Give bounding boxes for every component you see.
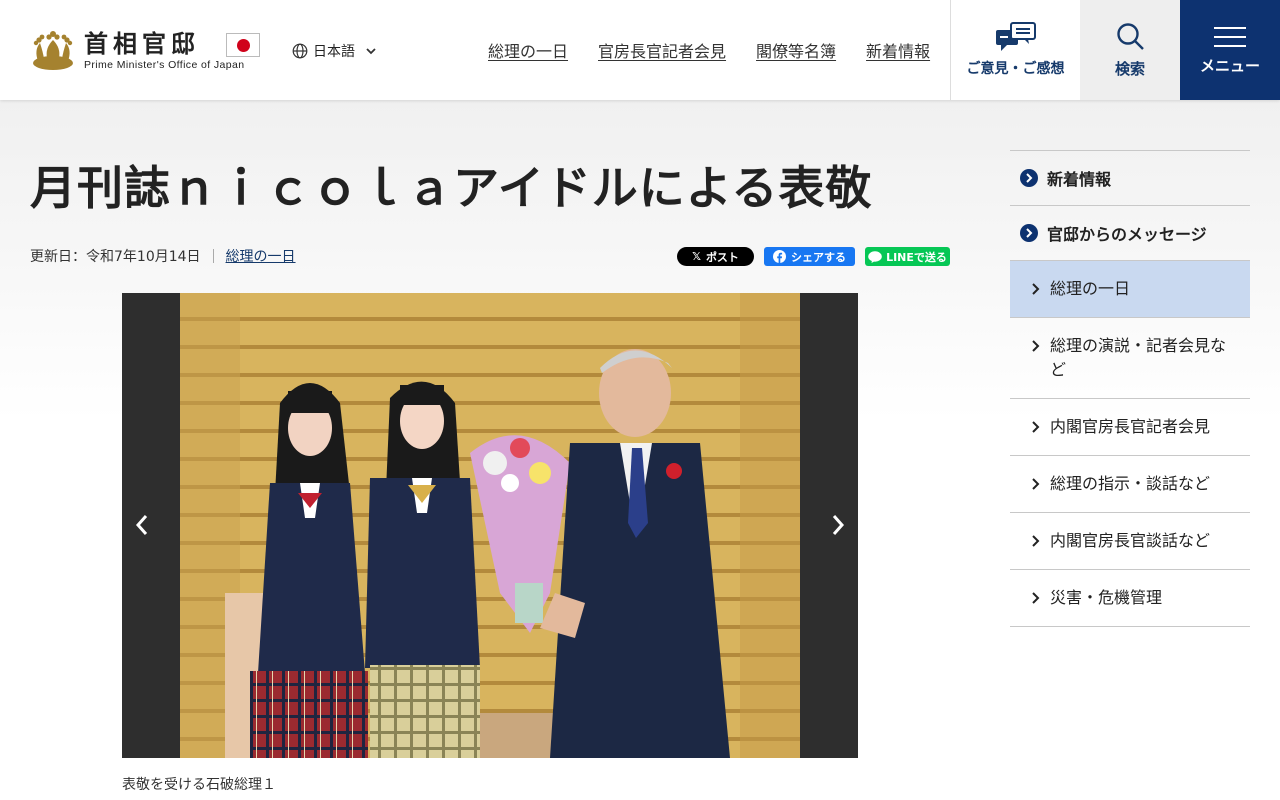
slider-next-button[interactable] bbox=[818, 505, 858, 545]
slide-photo bbox=[180, 293, 800, 758]
page-title: 月刊誌ｎｉｃｏｌａアイドルによる表敬 bbox=[30, 161, 873, 215]
sidebar-item-label: 総理の指示・談話など bbox=[1050, 474, 1211, 493]
chevron-right-icon bbox=[1032, 478, 1040, 490]
chevron-right-icon bbox=[832, 515, 845, 535]
sidebar-item-speeches[interactable]: 総理の演説・記者会見など bbox=[1010, 317, 1250, 398]
nav-link-pm-daily[interactable]: 総理の一日 bbox=[488, 38, 568, 62]
share-line-button[interactable]: LINEで送る bbox=[865, 247, 950, 266]
sidebar-item-pm-daily[interactable]: 総理の一日 bbox=[1010, 260, 1250, 317]
chevron-down-icon bbox=[366, 48, 376, 55]
photo-slider bbox=[122, 293, 858, 758]
photo-illustration bbox=[180, 293, 800, 758]
line-logo-icon bbox=[868, 250, 882, 263]
share-x-button[interactable]: 𝕏 ポスト bbox=[677, 247, 754, 266]
meta-divider bbox=[212, 249, 214, 263]
sidebar-item-label: 内閣官房長官記者会見 bbox=[1050, 417, 1211, 436]
x-logo-icon: 𝕏 bbox=[692, 250, 701, 263]
arrow-circle-icon bbox=[1020, 224, 1038, 242]
chevron-right-icon bbox=[1032, 283, 1040, 295]
sidebar-item-whats-new[interactable]: 新着情報 bbox=[1010, 150, 1250, 205]
arrow-circle-icon bbox=[1020, 169, 1038, 187]
sidebar-item-chief-cabinet-statements[interactable]: 内閣官房長官談話など bbox=[1010, 512, 1250, 569]
speech-bubbles-icon bbox=[995, 22, 1036, 51]
photo-caption: 表敬を受ける石破総理１ bbox=[122, 777, 276, 793]
menu-label: メニュー bbox=[1199, 56, 1260, 75]
site-header: 首相官邸 Prime Minister's Office of Japan 日本… bbox=[0, 0, 1280, 100]
share-facebook-label: シェアする bbox=[791, 250, 846, 264]
sidebar-item-chief-cabinet-press[interactable]: 内閣官房長官記者会見 bbox=[1010, 398, 1250, 455]
sidebar-item-disaster[interactable]: 災害・危機管理 bbox=[1010, 569, 1250, 627]
nav-link-press-conference[interactable]: 官房長官記者会見 bbox=[598, 38, 726, 62]
facebook-logo-icon bbox=[773, 250, 786, 263]
site-logo[interactable]: 首相官邸 Prime Minister's Office of Japan bbox=[30, 28, 262, 74]
updated-date: 更新日：令和7年10月14日 bbox=[30, 249, 201, 265]
category-link[interactable]: 総理の一日 bbox=[226, 246, 296, 266]
chevron-right-icon bbox=[1032, 421, 1040, 433]
chevron-right-icon bbox=[1032, 592, 1040, 604]
chevron-right-icon bbox=[1032, 535, 1040, 547]
sidebar-item-label: 総理の演説・記者会見など bbox=[1050, 336, 1227, 379]
opinion-button[interactable]: ご意見・ご感想 bbox=[950, 0, 1080, 100]
japan-flag-icon bbox=[226, 33, 260, 57]
logo-title: 首相官邸 bbox=[84, 30, 200, 58]
share-facebook-button[interactable]: シェアする bbox=[764, 247, 855, 266]
sidebar-item-label: 災害・危機管理 bbox=[1050, 588, 1163, 607]
sidebar-item-pm-instructions[interactable]: 総理の指示・談話など bbox=[1010, 455, 1250, 512]
nav-link-cabinet-list[interactable]: 閣僚等名簿 bbox=[756, 38, 836, 62]
search-icon bbox=[1117, 22, 1144, 50]
article-meta: 更新日：令和7年10月14日 総理の一日 bbox=[30, 246, 296, 266]
menu-button[interactable]: メニュー bbox=[1180, 0, 1280, 100]
sidebar-item-label: 官邸からのメッセージ bbox=[1047, 225, 1207, 244]
slider-prev-button[interactable] bbox=[122, 505, 162, 545]
nav-link-whats-new[interactable]: 新着情報 bbox=[866, 38, 930, 62]
sidebar-item-messages[interactable]: 官邸からのメッセージ bbox=[1010, 205, 1250, 260]
logo-subtitle: Prime Minister's Office of Japan bbox=[84, 59, 245, 71]
sidebar-item-label: 内閣官房長官談話など bbox=[1050, 531, 1211, 550]
sidebar-item-label: 新着情報 bbox=[1047, 170, 1112, 189]
chevron-left-icon bbox=[135, 515, 148, 535]
global-nav: 総理の一日 官房長官記者会見 閣僚等名簿 新着情報 bbox=[488, 38, 960, 62]
opinion-label: ご意見・ご感想 bbox=[966, 61, 1065, 77]
language-selector[interactable]: 日本語 bbox=[292, 40, 377, 62]
globe-icon bbox=[292, 43, 308, 59]
search-button[interactable]: 検索 bbox=[1080, 0, 1180, 100]
sidebar-nav: 新着情報 官邸からのメッセージ 総理の一日 総理の演説・記者会見など 内閣官房長… bbox=[1010, 150, 1250, 627]
sidebar-item-label: 総理の一日 bbox=[1050, 279, 1131, 298]
share-line-label: LINEで送る bbox=[886, 250, 947, 264]
hamburger-icon bbox=[1214, 26, 1246, 47]
share-x-label: ポスト bbox=[705, 250, 739, 264]
language-label: 日本語 bbox=[313, 44, 355, 60]
paulownia-emblem-icon bbox=[33, 31, 73, 70]
chevron-right-icon bbox=[1032, 340, 1040, 352]
search-label: 検索 bbox=[1114, 59, 1145, 78]
